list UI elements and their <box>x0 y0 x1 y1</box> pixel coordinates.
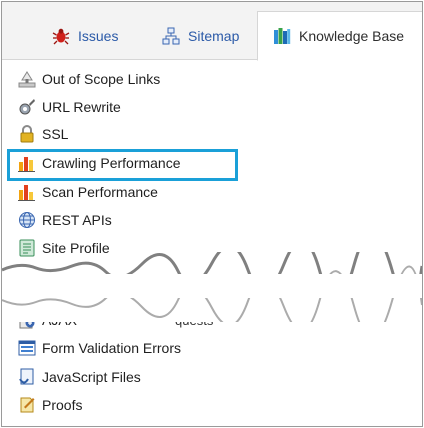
list-item-proofs[interactable]: Proofs <box>18 394 278 416</box>
list-item-label: Proofs <box>42 397 83 413</box>
javascript-icon <box>18 368 36 386</box>
bug-icon <box>52 27 70 45</box>
list-item-label: Out of Scope Links <box>42 71 161 87</box>
tab-sitemap[interactable]: Sitemap <box>162 12 239 60</box>
list-item-ssl[interactable]: SSL <box>18 123 278 145</box>
form-icon <box>18 339 36 357</box>
list-item-scan-performance[interactable]: Scan Performance <box>18 181 278 203</box>
list-item-label: REST APIs <box>42 212 112 228</box>
list-item-javascript-files[interactable]: JavaScript Files <box>18 366 278 388</box>
padlock-icon <box>18 125 36 143</box>
tab-knowledge-base-label: Knowledge Base <box>299 28 405 44</box>
tab-issues[interactable]: Issues <box>52 12 118 60</box>
list-item-out-of-scope-links[interactable]: Out of Scope Links <box>18 68 278 90</box>
torn-edge <box>2 252 422 322</box>
proofs-icon <box>18 396 36 414</box>
list-item-label: JavaScript Files <box>42 369 141 385</box>
out-of-scope-icon <box>18 70 36 88</box>
globe-icon <box>18 211 36 229</box>
list-item-url-rewrite[interactable]: URL Rewrite <box>18 96 278 118</box>
sitemap-icon <box>162 27 180 45</box>
list-item-label: Scan Performance <box>42 184 158 200</box>
tab-bar: Issues Sitemap Knowledge Base <box>2 2 422 61</box>
tab-knowledge-base[interactable]: Knowledge Base <box>257 11 422 61</box>
list-item-rest-apis[interactable]: REST APIs <box>18 209 278 231</box>
list-item-label: URL Rewrite <box>42 99 121 115</box>
list-item-label: SSL <box>42 126 69 142</box>
selection-highlight <box>7 149 238 181</box>
list-item-label: Form Validation Errors <box>42 340 182 356</box>
books-icon <box>273 27 291 45</box>
tab-sitemap-label: Sitemap <box>188 28 240 44</box>
tab-issues-label: Issues <box>78 28 119 44</box>
scan-performance-icon <box>18 183 36 201</box>
url-rewrite-icon <box>18 98 36 116</box>
list-item-form-validation-errors[interactable]: Form Validation Errors <box>18 337 278 359</box>
knowledge-base-panel: Issues Sitemap Knowledge Base Out of Sco… <box>1 1 423 427</box>
